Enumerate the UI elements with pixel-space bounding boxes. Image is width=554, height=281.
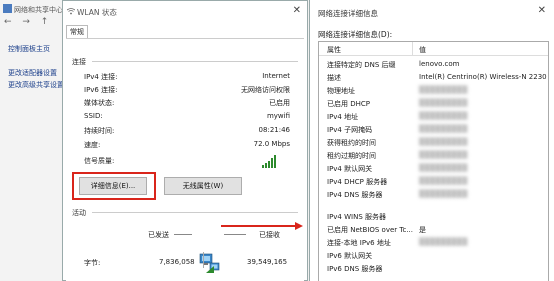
activity-group-label: 活动	[72, 209, 86, 217]
detail-row-value[interactable]: ▒▒▒▒▒▒▒▒▒	[419, 125, 467, 133]
control-panel-home-link[interactable]: 控制面板主页	[8, 44, 50, 54]
sent-label: 已发送	[148, 231, 169, 239]
wlan-status-dialog: WLAN 状态 ✕ 常规 连接 IPv4 连接: Internet IPv6 连…	[62, 0, 308, 281]
detail-row-property[interactable]: 获得租约的时间	[327, 138, 376, 148]
ssid-value: mywifi	[266, 112, 290, 120]
network-center-icon	[3, 4, 12, 13]
detail-row-value[interactable]: ▒▒▒▒▒▒▒▒▒	[419, 112, 467, 120]
detail-row-property[interactable]: IPv4 WINS 服务器	[327, 212, 386, 222]
network-computers-icon	[199, 253, 220, 273]
detail-row-value[interactable]: ▒▒▒▒▒▒▒▒▒	[419, 86, 467, 94]
value-column-header[interactable]: 值	[419, 45, 426, 55]
detail-row-property[interactable]: 描述	[327, 73, 341, 83]
detail-row-property[interactable]: 已启用 DHCP	[327, 99, 370, 109]
activity-separator	[203, 252, 204, 268]
close-icon[interactable]: ✕	[293, 5, 301, 16]
ssid-label: SSID:	[84, 112, 103, 120]
property-column-header[interactable]: 属性	[327, 45, 341, 55]
detail-row-value[interactable]: ▒▒▒▒▒▒▒▒▒	[419, 190, 467, 198]
detail-row-property[interactable]: IPv6 默认网关	[327, 251, 372, 261]
ipv6-connection-value: 无网络访问权限	[241, 86, 290, 94]
detail-row-value[interactable]: ▒▒▒▒▒▒▒▒▒	[419, 151, 467, 159]
bg-window-title: 网络和共享中心	[3, 4, 63, 15]
speed-value: 72.0 Mbps	[253, 140, 290, 148]
detail-row-value[interactable]: ▒▒▒▒▒▒▒▒▒	[419, 138, 467, 146]
received-label: 已接收	[259, 231, 280, 239]
sent-line	[174, 234, 192, 235]
divider	[92, 212, 298, 213]
detail-row-property[interactable]: 物理地址	[327, 86, 355, 96]
detail-row-property[interactable]: IPv4 子网掩码	[327, 125, 372, 135]
detail-row-value[interactable]: ▒▒▒▒▒▒▒▒▒	[419, 177, 467, 185]
detail-row-value[interactable]: lenovo.com	[419, 60, 459, 68]
background-window: 网络和共享中心 ← → ↑ 控制面板主页 更改适配器设置 更改高级共享设置	[0, 0, 70, 281]
network-details-window: 网络连接详细信息 ✕ 网络连接详细信息(D): 属性 值 连接特定的 DNS 后…	[309, 0, 554, 281]
details-list[interactable]: 属性 值 连接特定的 DNS 后缀 lenovo.com 描述 Intel(R) Ce…	[318, 41, 549, 281]
detail-row-property[interactable]: IPv4 地址	[327, 112, 358, 122]
detail-row-value[interactable]: 是	[419, 225, 426, 235]
details-window-title: 网络连接详细信息	[318, 9, 378, 18]
arrow-right-icon	[221, 222, 303, 230]
header-separator	[412, 42, 413, 56]
media-state-value: 已启用	[269, 99, 290, 107]
duration-value: 08:21:46	[258, 126, 290, 134]
tab-general[interactable]: 常规	[66, 25, 88, 39]
detail-row-property[interactable]: 租约过期的时间	[327, 151, 376, 161]
detail-row-property[interactable]: IPv4 DHCP 服务器	[327, 177, 387, 187]
ipv4-connection-label: IPv4 连接:	[84, 73, 118, 81]
close-icon[interactable]: ✕	[538, 5, 546, 16]
detail-row-property[interactable]: IPv6 DNS 服务器	[327, 264, 382, 274]
ipv6-connection-label: IPv6 连接:	[84, 86, 118, 94]
signal-bars-icon	[262, 155, 276, 168]
details-list-label: 网络连接详细信息(D):	[318, 30, 393, 39]
detail-row-property[interactable]: 连接特定的 DNS 后缀	[327, 60, 396, 70]
signal-quality-label: 信号质量:	[84, 157, 115, 165]
change-advanced-sharing-link[interactable]: 更改高级共享设置	[8, 80, 64, 90]
wifi-icon	[67, 8, 75, 15]
detail-row-value[interactable]: ▒▒▒▒▒▒▒▒▒	[419, 238, 467, 246]
wlan-titlebar: WLAN 状态 ✕	[63, 1, 307, 23]
detail-row-value[interactable]: ▒▒▒▒▒▒▒▒▒	[419, 164, 467, 172]
wlan-dialog-title: WLAN 状态	[77, 8, 117, 17]
received-line	[224, 234, 246, 235]
bytes-sent-value: 7,836,058	[159, 258, 195, 266]
wlan-body: 连接 IPv4 连接: Internet IPv6 连接: 无网络访问权限 媒体…	[66, 38, 304, 281]
bytes-received-value: 39,549,165	[247, 258, 288, 266]
change-adapter-settings-link[interactable]: 更改适配器设置	[8, 68, 57, 78]
details-button[interactable]: 详细信息(E)...	[79, 177, 147, 195]
detail-row-property[interactable]: 已启用 NetBIOS over Tc...	[327, 225, 413, 235]
detail-row-value[interactable]: ▒▒▒▒▒▒▒▒▒	[419, 99, 467, 107]
speed-label: 速度:	[84, 141, 101, 149]
media-state-label: 媒体状态:	[84, 99, 115, 107]
ipv4-connection-value: Internet	[262, 72, 290, 80]
divider	[92, 61, 298, 62]
detail-row-property[interactable]: 连接-本地 IPv6 地址	[327, 238, 391, 248]
bytes-label: 字节:	[84, 259, 101, 267]
detail-row-property[interactable]: IPv4 DNS 服务器	[327, 190, 382, 200]
detail-row-property[interactable]: IPv4 默认网关	[327, 164, 372, 174]
wireless-properties-button[interactable]: 无线属性(W)	[164, 177, 242, 195]
detail-row-value[interactable]: Intel(R) Centrino(R) Wireless-N 2230	[419, 73, 547, 81]
details-list-header: 属性 值	[319, 42, 548, 56]
duration-label: 持续时间:	[84, 127, 115, 135]
connection-group-label: 连接	[72, 58, 86, 66]
bg-window-title-text: 网络和共享中心	[14, 6, 63, 14]
nav-arrows[interactable]: ← → ↑	[4, 17, 52, 27]
